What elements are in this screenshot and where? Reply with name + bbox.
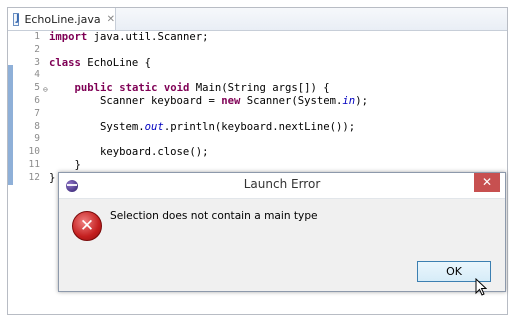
keyword-token: void xyxy=(163,82,190,95)
code-token: } xyxy=(49,171,56,184)
mouse-pointer-icon xyxy=(475,278,487,296)
code-token: ); xyxy=(355,94,368,107)
code-token: } xyxy=(49,158,81,171)
line-number: 1 xyxy=(34,31,40,42)
tab-close-icon[interactable]: ✕ xyxy=(107,14,115,25)
dialog-title: Launch Error xyxy=(243,177,321,191)
error-icon: ✕ xyxy=(72,211,102,241)
code-token: Main(String args[]) { xyxy=(189,82,330,95)
line-number: 12 xyxy=(28,171,40,183)
line-number: 4 xyxy=(34,69,40,81)
keyword-token: class xyxy=(49,56,81,69)
line-number: 3 xyxy=(34,56,40,68)
code-token: System. xyxy=(49,120,145,133)
line-number: 5 xyxy=(34,82,40,94)
code-text: class EchoLine { xyxy=(49,57,151,70)
keyword-token: public xyxy=(74,82,113,95)
code-line[interactable]: 3 class EchoLine { xyxy=(8,57,507,70)
code-text: System.out.println(keyboard.nextLine()); xyxy=(49,121,355,134)
static-field-token: in xyxy=(342,94,356,107)
code-line[interactable]: 7 xyxy=(8,108,507,121)
code-text: keyboard.close(); xyxy=(49,146,208,159)
code-token: Scanner(System. xyxy=(240,94,343,107)
keyword-token: new xyxy=(221,94,241,107)
code-token: .println(keyboard.nextLine()); xyxy=(163,120,356,133)
code-line[interactable]: 2 xyxy=(8,44,507,57)
static-field-token: out xyxy=(144,120,164,133)
keyword-token: import xyxy=(49,31,88,43)
line-number: 2 xyxy=(34,43,40,55)
code-text: public static void Main(String args[]) { xyxy=(49,82,330,95)
code-token: java.util.Scanner; xyxy=(87,31,209,43)
editor-tab-strip: EchoLine.java ✕ xyxy=(8,8,507,31)
keyword-token: static xyxy=(119,82,158,95)
line-number: 10 xyxy=(28,146,40,158)
code-line[interactable]: 1 import java.util.Scanner; xyxy=(8,31,507,44)
line-number: 7 xyxy=(34,107,40,119)
tab-echoline-java[interactable]: EchoLine.java ✕ xyxy=(8,8,116,30)
code-line[interactable]: 11 } xyxy=(8,159,507,172)
dialog-close-button[interactable]: ✕ xyxy=(474,173,500,192)
code-text: } xyxy=(49,159,81,172)
dialog-message: Selection does not contain a main type xyxy=(110,210,318,222)
code-text: } xyxy=(49,172,55,185)
code-line[interactable]: 4 xyxy=(8,69,507,82)
code-line[interactable]: 10 keyboard.close(); xyxy=(8,146,507,159)
code-text: import java.util.Scanner; xyxy=(49,31,208,44)
line-number: 9 xyxy=(34,133,40,145)
code-token: Scanner keyboard = xyxy=(49,94,222,107)
code-line[interactable]: 9 xyxy=(8,133,507,146)
code-line[interactable]: 8 System.out.println(keyboard.nextLine()… xyxy=(8,121,507,134)
code-line[interactable]: 5 ⊖ public static void Main(String args[]… xyxy=(8,82,507,95)
code-line[interactable]: 6 Scanner keyboard = new Scanner(System.… xyxy=(8,95,507,108)
line-number: 6 xyxy=(34,94,40,106)
code-area[interactable]: 1 import java.util.Scanner; 2 3 class EchoLi… xyxy=(8,31,507,185)
launch-error-dialog: Launch Error ✕ ✕ Selection does not cont… xyxy=(58,172,506,296)
code-token: EchoLine { xyxy=(80,56,152,69)
code-text: Scanner keyboard = new Scanner(System.in… xyxy=(49,95,368,108)
line-number: 11 xyxy=(28,158,40,170)
tab-label: EchoLine.java xyxy=(24,12,101,26)
dialog-titlebar: Launch Error ✕ xyxy=(59,173,505,199)
java-file-icon xyxy=(13,12,20,26)
line-number: 8 xyxy=(34,120,40,132)
code-token: keyboard.close(); xyxy=(49,146,209,159)
